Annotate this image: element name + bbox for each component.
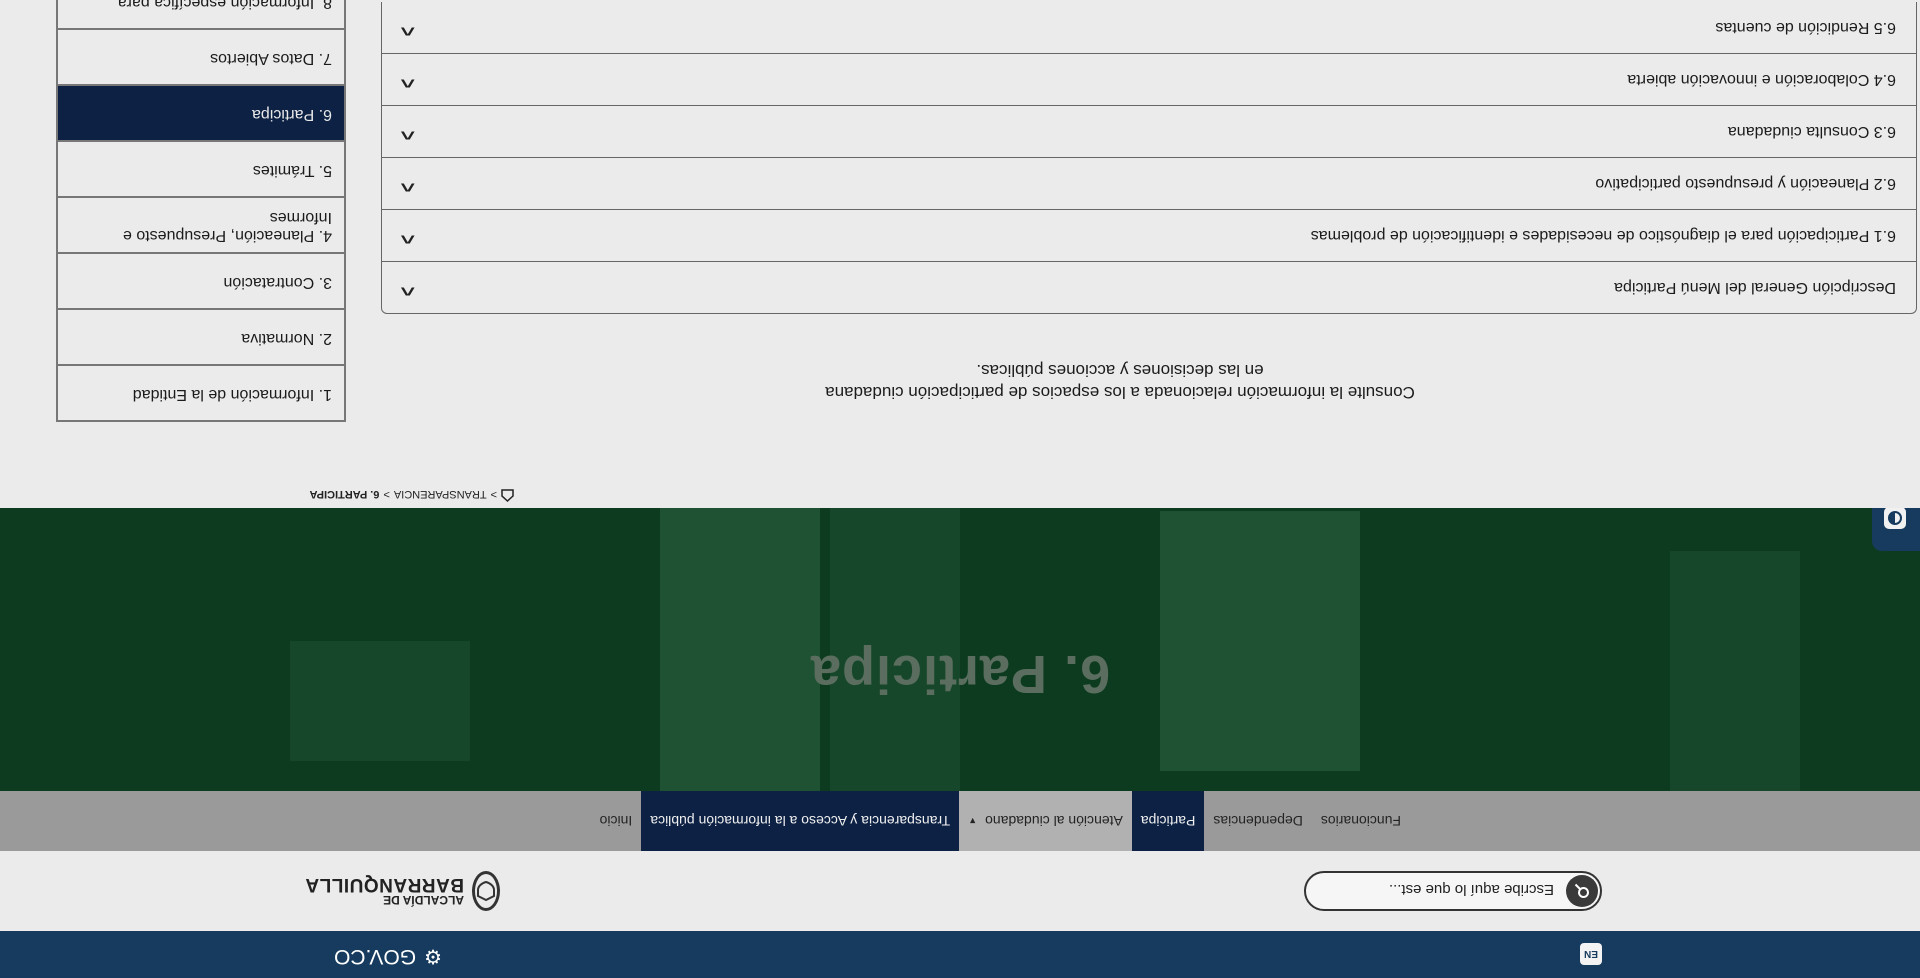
- sidebar-item-label: 2. Normativa: [241, 330, 332, 347]
- hero-background-building: [1160, 511, 1360, 771]
- sidebar-item-label: 3. Contratación: [223, 274, 332, 291]
- accordion-item-label: 6.2 Planeación y presupuesto participati…: [1595, 175, 1896, 192]
- accordion-item-label: 6.4 Colaboración e innovación abierta: [1627, 71, 1896, 88]
- breadcrumb-separator: >: [490, 488, 497, 500]
- city-seal-icon: [472, 871, 500, 911]
- search-icon[interactable]: [1566, 875, 1598, 907]
- chevron-up-icon: ^: [399, 123, 415, 143]
- accordion-item-6-1[interactable]: 6.1 Participación para el diagnóstico de…: [381, 210, 1917, 262]
- accordion-item-label: 6.3 Consulta ciudadana: [1727, 123, 1896, 140]
- search-input[interactable]: [1312, 877, 1556, 903]
- sidebar-item-participa[interactable]: 6. Participa: [56, 86, 346, 142]
- logo-big-text: BARRANQUILLA: [304, 874, 464, 896]
- accordion-item-descripcion[interactable]: Descripción General del Menú Participa ^: [381, 262, 1917, 314]
- accordion-item-6-3[interactable]: 6.3 Consulta ciudadana ^: [381, 106, 1917, 158]
- nav-item-participa[interactable]: Participa: [1131, 791, 1205, 851]
- alcaldia-logo[interactable]: ALCALDÍA DE BARRANQUILLA: [305, 869, 500, 913]
- page-title: 6. Participa: [809, 644, 1111, 704]
- accordion-item-label: Descripción General del Menú Participa: [1614, 279, 1896, 296]
- sidebar-item-normativa[interactable]: 2. Normativa: [56, 310, 346, 366]
- gov-co-label: GOV.CO: [333, 945, 417, 969]
- gov-top-bar: EN ⚙ GOV.CO: [0, 931, 1920, 978]
- site-header: ALCALDÍA DE BARRANQUILLA: [0, 851, 1920, 931]
- accordion-item-6-5[interactable]: 6.5 Rendición de cuentas ^: [381, 2, 1917, 54]
- sidebar-item-label: 1. Información de la Entidad: [132, 386, 332, 403]
- sidebar-item-label: 6. Participa: [251, 106, 332, 123]
- chevron-up-icon: ^: [399, 279, 415, 299]
- breadcrumb-transparencia[interactable]: TRANSPARENCIA: [394, 488, 487, 500]
- sidebar-item-informacion-entidad[interactable]: 1. Información de la Entidad: [56, 366, 346, 422]
- nav-item-funcionarios[interactable]: Funcionarios: [1312, 791, 1410, 851]
- search-box: [1304, 871, 1602, 911]
- chevron-up-icon: ^: [399, 71, 415, 91]
- breadcrumb-current: 6. PARTICIPA: [309, 488, 380, 500]
- sidebar-item-contratacion[interactable]: 3. Contratación: [56, 254, 346, 310]
- transparencia-sidebar: 1. Información de la Entidad 2. Normativ…: [56, 0, 346, 422]
- chevron-down-icon: ▼: [968, 816, 978, 826]
- contrast-icon[interactable]: [1884, 508, 1906, 529]
- sidebar-item-label: 5. Trámites: [252, 162, 332, 179]
- logo-small-text: ALCALDÍA DE: [383, 893, 464, 908]
- sidebar-item-label: 7. Datos Abiertos: [210, 50, 332, 67]
- language-button[interactable]: EN: [1580, 943, 1602, 965]
- nav-item-dependencias[interactable]: Dependencias: [1204, 791, 1312, 851]
- home-icon[interactable]: [501, 486, 514, 503]
- main-navigation: Funcionarios Dependencias Participa Aten…: [0, 791, 1920, 851]
- accordion-item-label: 6.5 Rendición de cuentas: [1715, 19, 1896, 36]
- intro-line-1: Consulte la información relacionada a lo…: [825, 383, 1415, 402]
- intro-text: Consulte la información relacionada a lo…: [740, 359, 1500, 403]
- accordion-item-6-2[interactable]: 6.2 Planeación y presupuesto participati…: [381, 158, 1917, 210]
- sidebar-item-datos-abiertos[interactable]: 7. Datos Abiertos: [56, 30, 346, 86]
- hero-banner: 6. Participa A- A+: [0, 508, 1920, 791]
- chevron-up-icon: ^: [399, 175, 415, 195]
- chevron-up-icon: ^: [399, 227, 415, 247]
- nav-item-atencion[interactable]: Atención al ciudadano ▼: [959, 791, 1132, 851]
- breadcrumb-separator: >: [383, 488, 390, 500]
- accordion-item-label: 6.1 Participación para el diagnóstico de…: [1310, 227, 1896, 244]
- nav-item-transparencia[interactable]: Transparencia y Acceso a la información …: [641, 791, 960, 851]
- accessibility-toolbar: A- A+: [1872, 508, 1920, 551]
- intro-line-2: en las decisiones y acciones públicas.: [976, 361, 1264, 380]
- page-root: EN ⚙ GOV.CO ALCALDÍA DE BARRANQUILLA Fun…: [0, 0, 1920, 978]
- sidebar-item-label: 8. Información específica para: [117, 0, 332, 11]
- sidebar-item-tramites[interactable]: 5. Trámites: [56, 142, 346, 198]
- sidebar-item-planeacion[interactable]: 4. Planeación, Presupuesto e Informes: [56, 198, 346, 254]
- gov-co-logo-icon: ⚙: [424, 945, 442, 967]
- sidebar-item-informacion-especifica[interactable]: 8. Información específica para: [56, 0, 346, 30]
- nav-item-inicio[interactable]: Inicio: [591, 791, 642, 851]
- gov-co-link[interactable]: ⚙ GOV.CO: [334, 944, 442, 969]
- accordion-item-6-4[interactable]: 6.4 Colaboración e innovación abierta ^: [381, 54, 1917, 106]
- participa-accordion: Descripción General del Menú Participa ^…: [381, 2, 1917, 314]
- breadcrumb: > TRANSPARENCIA > 6. PARTICIPA: [309, 486, 514, 503]
- chevron-up-icon: ^: [399, 19, 415, 39]
- sidebar-item-label: 4. Planeación, Presupuesto e Informes: [122, 209, 332, 244]
